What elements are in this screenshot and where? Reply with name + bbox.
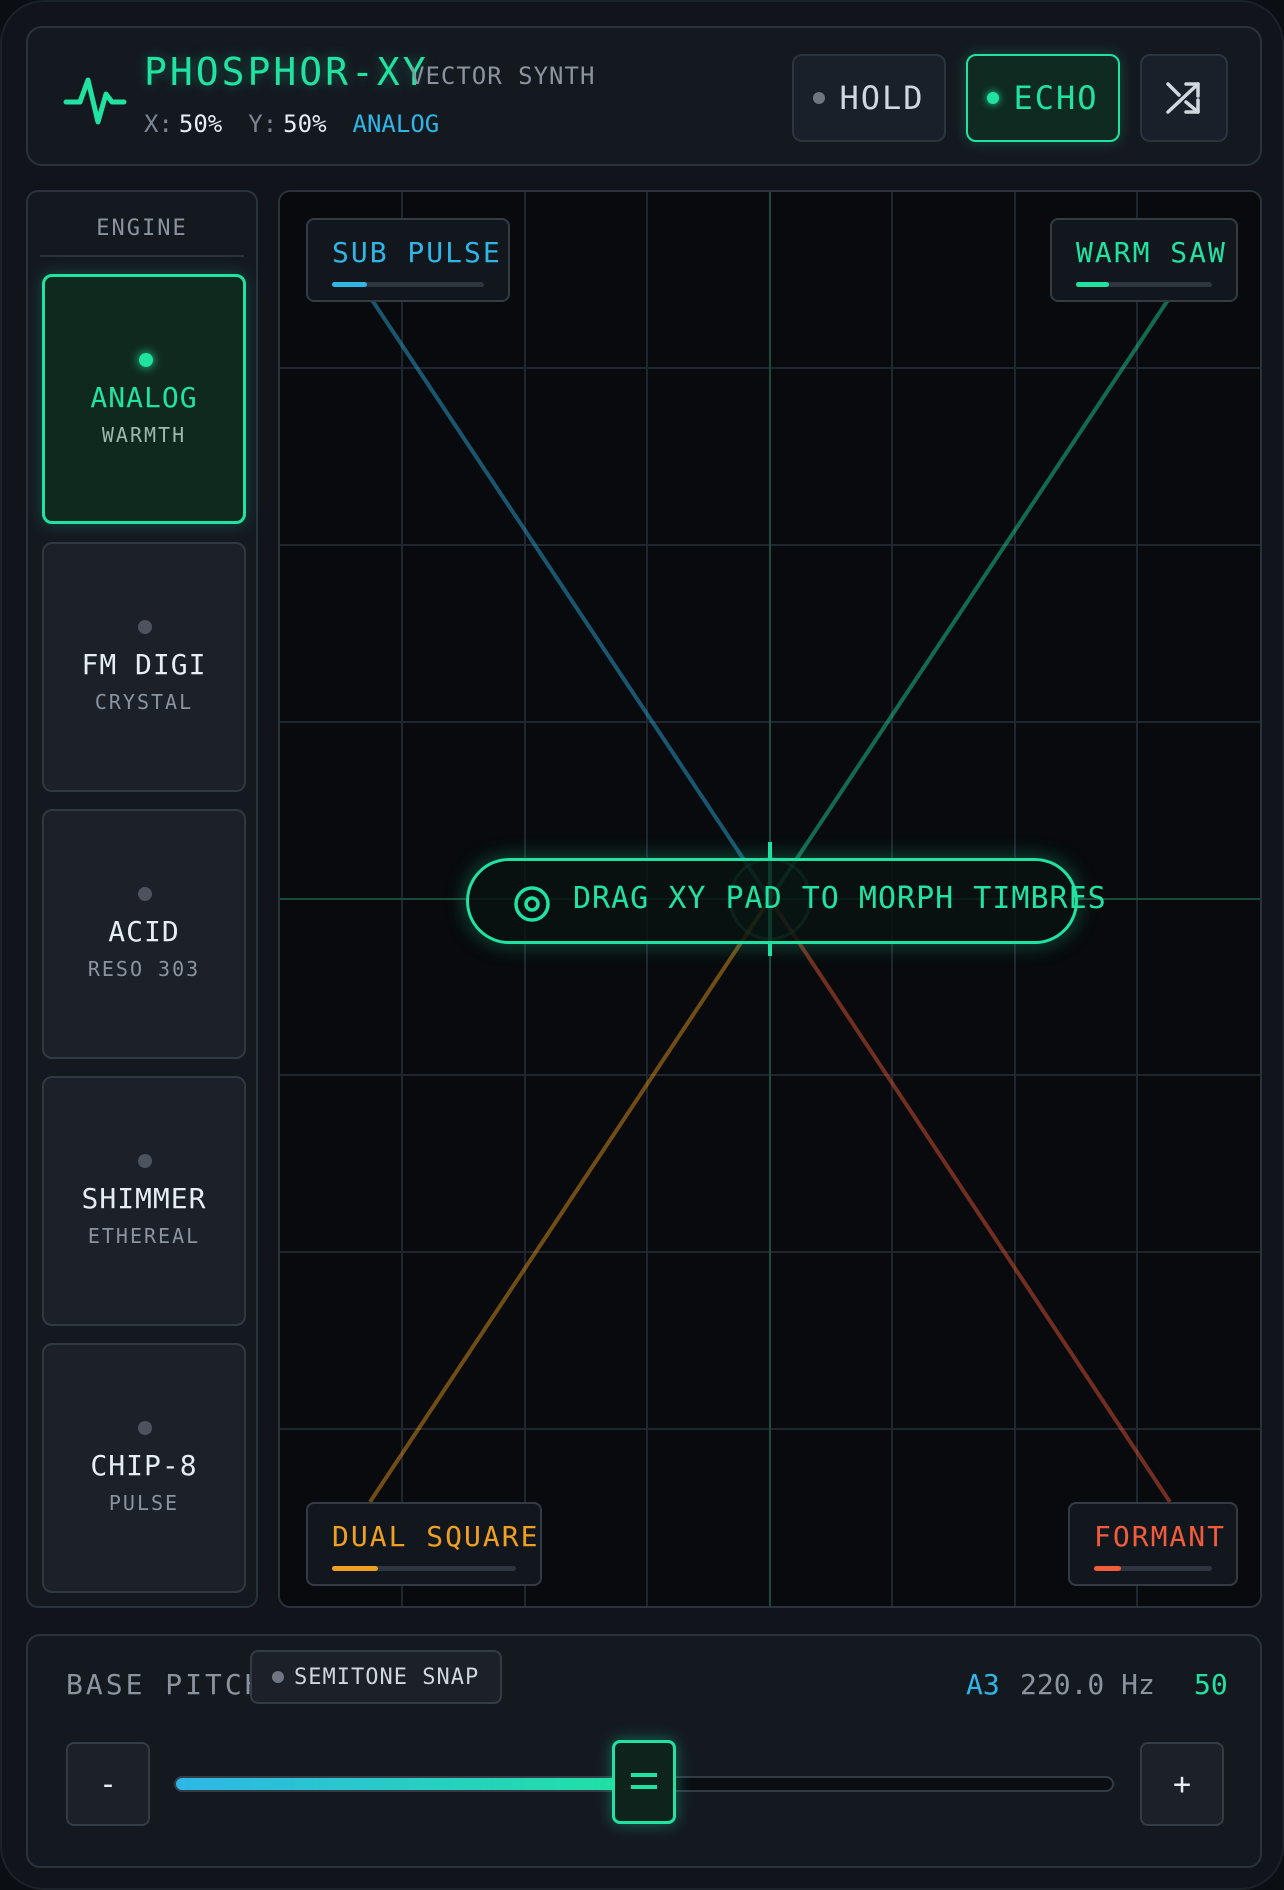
- echo-label: ECHO: [1013, 79, 1099, 117]
- engine-indicator: [138, 1421, 152, 1435]
- engine-item-shimmer[interactable]: SHIMMER ETHEREAL: [42, 1076, 246, 1326]
- divider: [40, 255, 244, 257]
- sub-pulse-vector: [368, 295, 772, 901]
- engine-desc: ETHEREAL: [87, 1224, 201, 1248]
- warm-saw-vector: [768, 295, 1172, 901]
- engine-indicator: [138, 887, 152, 901]
- engine-indicator: [139, 353, 153, 367]
- corner-level-track: [332, 282, 484, 287]
- pitch-slider-fill: [176, 1778, 644, 1790]
- semitone-snap-toggle[interactable]: SEMITONE SNAP: [250, 1650, 502, 1704]
- engine-desc: PULSE: [108, 1491, 180, 1515]
- app-subtitle: VECTOR SYNTH: [410, 62, 596, 90]
- engine-panel-title: ENGINE: [96, 216, 188, 241]
- x-label: X:: [144, 110, 173, 138]
- snap-label: SEMITONE SNAP: [294, 1664, 480, 1690]
- engine-item-analog[interactable]: ANALOG WARMTH: [42, 274, 246, 524]
- engine-desc: CRYSTAL: [94, 690, 194, 714]
- corner-label: WARM SAW: [1076, 236, 1227, 269]
- engine-panel: ENGINE ANALOG WARMTH FM DIGI CRYSTAL ACI…: [26, 190, 258, 1608]
- corner-level-fill: [1094, 1566, 1122, 1571]
- corner-level-track: [1094, 1566, 1212, 1571]
- pulse-wave-icon: [63, 77, 127, 125]
- morph-hint-text: DRAG XY PAD TO MORPH TIMBRES: [573, 881, 1107, 916]
- app-title: PHOSPHOR-XY: [144, 50, 429, 94]
- pitch-decrement-button[interactable]: -: [66, 1742, 150, 1826]
- engine-name: ANALOG: [90, 381, 198, 414]
- y-label: Y:: [248, 110, 278, 138]
- pitch-increment-button[interactable]: +: [1140, 1742, 1224, 1826]
- shuffle-icon: [1166, 82, 1200, 114]
- hold-button[interactable]: HOLD: [792, 54, 946, 142]
- engine-name: ACID: [108, 915, 180, 948]
- corner-level-track: [332, 1566, 516, 1571]
- corner-dual-square: DUAL SQUARE: [306, 1502, 542, 1586]
- engine-name: CHIP-8: [90, 1449, 198, 1482]
- target-icon: [514, 886, 550, 922]
- base-pitch-panel: BASE PITCH SEMITONE SNAP A3 220.0 Hz 50 …: [26, 1634, 1262, 1868]
- echo-button[interactable]: ECHO: [966, 54, 1120, 142]
- xy-readout: X: 50% Y: 50% ANALOG: [144, 110, 439, 138]
- echo-indicator: [987, 92, 1000, 104]
- engine-desc: WARMTH: [101, 423, 187, 447]
- pitch-note: A3: [966, 1668, 1000, 1701]
- pitch-frequency: 220.0 Hz: [1020, 1668, 1155, 1701]
- x-value: 50%: [178, 110, 223, 138]
- pitch-slider-thumb[interactable]: [612, 1740, 676, 1824]
- engine-name: FM DIGI: [81, 648, 207, 681]
- dual-square-vector: [368, 897, 772, 1504]
- corner-warm-saw: WARM SAW: [1050, 218, 1238, 302]
- corner-label: DUAL SQUARE: [332, 1520, 540, 1553]
- corner-level-fill: [332, 1566, 378, 1571]
- pitch-slider[interactable]: [174, 1740, 1114, 1824]
- engine-indicator: [138, 620, 152, 634]
- base-pitch-label: BASE PITCH: [66, 1668, 265, 1701]
- pitch-value: 50: [1194, 1668, 1228, 1701]
- corner-sub-pulse: SUB PULSE: [306, 218, 510, 302]
- engine-indicator: [138, 1154, 152, 1168]
- engine-name: SHIMMER: [81, 1182, 207, 1215]
- engine-item-acid[interactable]: ACID RESO 303: [42, 809, 246, 1059]
- header-bar: PHOSPHOR-XY VECTOR SYNTH X: 50% Y: 50% A…: [26, 26, 1262, 166]
- formant-vector: [768, 897, 1172, 1504]
- corner-formant: FORMANT: [1068, 1502, 1238, 1586]
- hold-indicator: [813, 92, 826, 104]
- engine-item-fm-digi[interactable]: FM DIGI CRYSTAL: [42, 542, 246, 792]
- corner-level-fill: [332, 282, 367, 287]
- corner-level-fill: [1076, 282, 1109, 287]
- hold-label: HOLD: [839, 79, 925, 117]
- xy-pad[interactable]: SUB PULSE WARM SAW DUAL SQUARE FORMANT D…: [278, 190, 1262, 1608]
- corner-level-track: [1076, 282, 1212, 287]
- engine-desc: RESO 303: [87, 957, 201, 981]
- engine-readout: ANALOG: [352, 110, 440, 138]
- engine-item-chip-8[interactable]: CHIP-8 PULSE: [42, 1343, 246, 1593]
- shuffle-button[interactable]: [1140, 54, 1228, 142]
- corner-label: FORMANT: [1094, 1520, 1227, 1553]
- snap-indicator: [272, 1671, 284, 1683]
- morph-hint: DRAG XY PAD TO MORPH TIMBRES: [466, 858, 1106, 944]
- synth-app: PHOSPHOR-XY VECTOR SYNTH X: 50% Y: 50% A…: [0, 0, 1284, 1890]
- corner-label: SUB PULSE: [332, 236, 502, 269]
- y-value: 50%: [283, 110, 327, 138]
